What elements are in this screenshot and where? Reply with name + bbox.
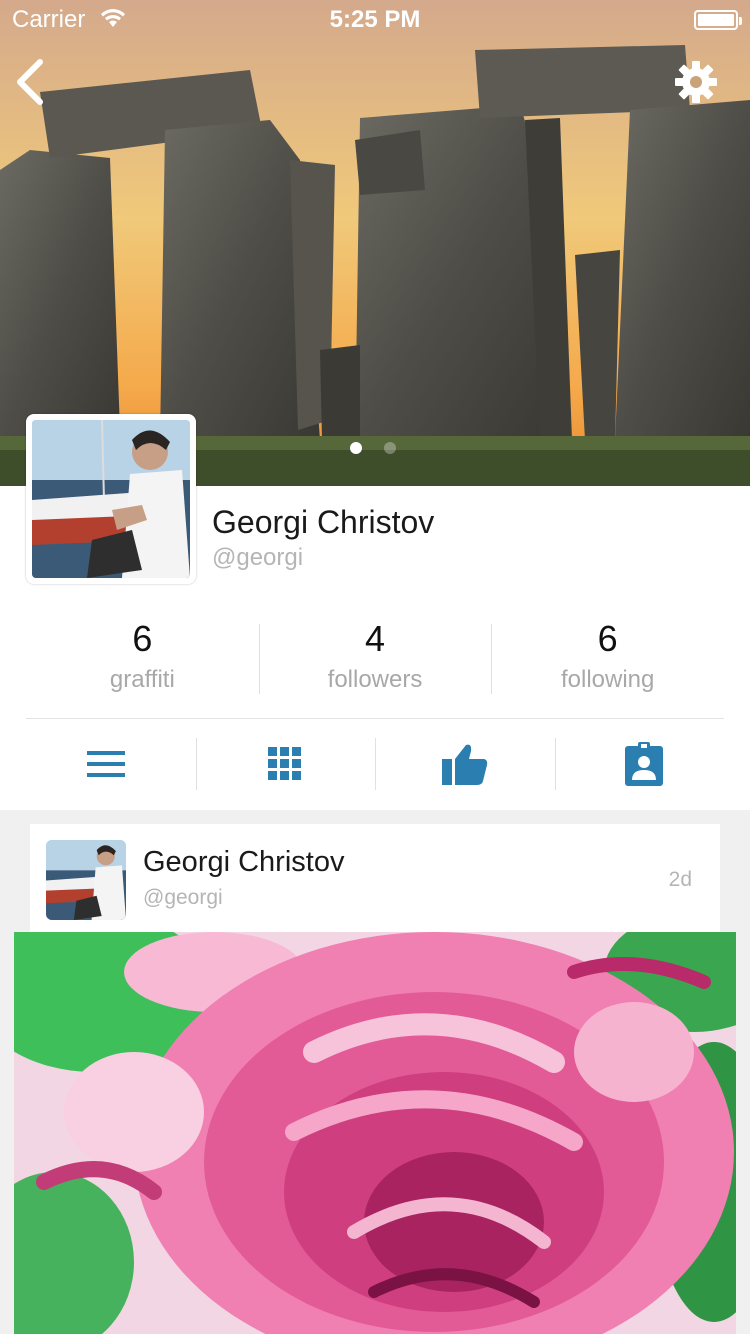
graffiti-rose-image — [14, 932, 736, 1334]
page-dot-active[interactable] — [350, 442, 362, 454]
status-bar: Carrier 5:25 PM — [0, 0, 750, 40]
stat-count: 4 — [364, 618, 386, 659]
stat-following[interactable]: 6 following — [491, 616, 724, 696]
settings-button[interactable] — [674, 60, 718, 104]
avatar — [32, 420, 190, 578]
post-timestamp: 2d — [668, 868, 692, 891]
stat-label: following — [560, 666, 655, 693]
avatar[interactable] — [46, 840, 126, 920]
list-icon — [86, 751, 125, 777]
page-indicator[interactable] — [350, 442, 396, 454]
gear-icon — [675, 61, 717, 103]
post-avatar-photo — [46, 840, 126, 920]
profile-stats: 6 graffiti 4 followers 6 following — [26, 616, 724, 696]
stat-followers[interactable]: 4 followers — [258, 616, 492, 696]
stat-graffiti[interactable]: 6 graffiti — [26, 616, 259, 696]
post-author-name[interactable]: Georgi Christov — [143, 846, 344, 879]
tab-grid[interactable] — [195, 738, 376, 790]
stat-label: graffiti — [109, 666, 175, 693]
chevron-left-icon — [17, 59, 43, 105]
tab-likes[interactable] — [375, 738, 555, 790]
avatar-photo — [32, 420, 190, 578]
grid-icon — [268, 747, 302, 780]
battery-icon — [694, 10, 742, 30]
contact-badge-icon — [625, 742, 664, 786]
profile-avatar[interactable] — [26, 414, 196, 584]
tab-contacts[interactable] — [554, 738, 735, 790]
thumbs-up-icon — [441, 744, 487, 785]
stat-count: 6 — [597, 618, 618, 659]
profile-handle: @georgi — [212, 544, 304, 571]
stat-label: followers — [327, 666, 423, 693]
profile-name: Georgi Christov — [212, 504, 435, 540]
tab-list[interactable] — [16, 738, 196, 790]
post-header[interactable]: Georgi Christov @georgi 2d — [30, 824, 720, 934]
divider — [26, 718, 724, 719]
profile-tabs — [16, 738, 734, 790]
post-author-handle: @georgi — [143, 886, 223, 909]
post-image[interactable] — [14, 932, 736, 1334]
page-dot[interactable] — [384, 442, 396, 454]
status-time: 5:25 PM — [329, 6, 421, 33]
stat-count: 6 — [132, 618, 153, 659]
back-button[interactable] — [10, 56, 58, 108]
